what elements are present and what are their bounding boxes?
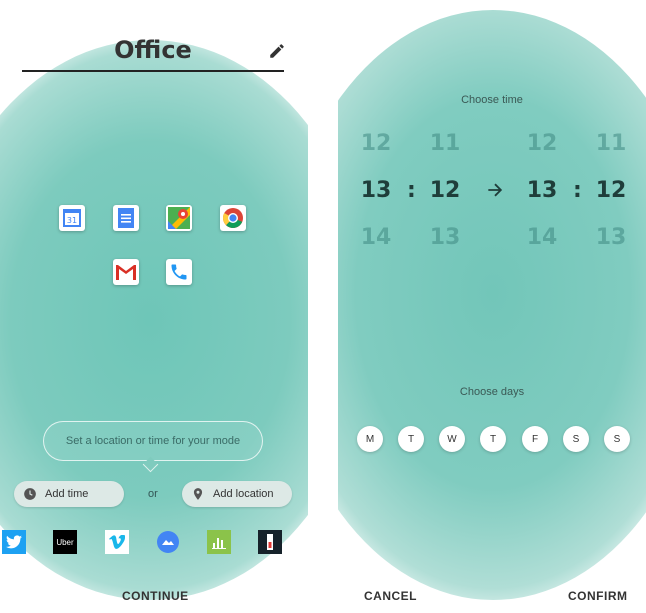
start-minute-prev[interactable]: 11 <box>425 131 465 156</box>
start-hour[interactable]: 13 <box>356 178 396 203</box>
end-minute-next[interactable]: 13 <box>591 225 631 250</box>
end-hour-prev[interactable]: 12 <box>522 131 562 156</box>
arrow-right-icon <box>488 183 503 197</box>
docs-app-icon[interactable] <box>113 205 139 231</box>
day-monday[interactable]: M <box>357 426 383 452</box>
uber-app-icon[interactable]: Uber <box>53 530 77 554</box>
mode-title[interactable]: Office <box>22 36 284 64</box>
choose-time-label: Choose time <box>461 94 523 106</box>
vimeo-app-icon[interactable] <box>105 530 129 554</box>
calendar-app-icon[interactable]: 31 <box>59 205 85 231</box>
twitter-app-icon[interactable] <box>2 530 26 554</box>
day-sunday[interactable]: S <box>604 426 630 452</box>
add-time-label: Add time <box>45 488 89 500</box>
start-minute-next[interactable]: 13 <box>425 225 465 250</box>
day-saturday[interactable]: S <box>563 426 589 452</box>
add-time-button[interactable]: Add time <box>14 481 124 507</box>
day-friday[interactable]: F <box>522 426 548 452</box>
start-minute[interactable]: 12 <box>425 178 465 203</box>
prompt-bubble: Set a location or time for your mode <box>43 421 263 461</box>
start-separator: : <box>407 178 416 203</box>
choose-days-label: Choose days <box>459 386 525 398</box>
or-label: or <box>148 488 158 500</box>
continue-button[interactable]: CONTINUE <box>122 589 189 603</box>
start-hour-next[interactable]: 14 <box>356 225 396 250</box>
title-underline <box>22 70 284 72</box>
end-separator: : <box>573 178 582 203</box>
start-hour-prev[interactable]: 12 <box>356 131 396 156</box>
day-thursday[interactable]: T <box>480 426 506 452</box>
chrome-app-icon[interactable] <box>220 205 246 231</box>
uber-label: Uber <box>56 537 74 547</box>
end-hour-next[interactable]: 14 <box>522 225 562 250</box>
time-picker-screen: Choose time 12 13 14 : 11 12 13 12 13 14… <box>338 0 646 613</box>
gmail-app-icon[interactable] <box>113 259 139 285</box>
end-minute-prev[interactable]: 11 <box>591 131 631 156</box>
pencil-icon[interactable] <box>268 42 286 60</box>
confirm-button[interactable]: CONFIRM <box>568 589 628 603</box>
mode-edit-screen: Office 31 Set a location or time for you… <box>0 0 308 613</box>
stats-app-icon[interactable] <box>207 530 231 554</box>
cancel-button[interactable]: CANCEL <box>364 589 417 603</box>
cloud-app-icon[interactable] <box>156 530 180 554</box>
maps-app-icon[interactable] <box>166 205 192 231</box>
calendar-day: 31 <box>67 216 77 225</box>
day-wednesday[interactable]: W <box>439 426 465 452</box>
day-tuesday[interactable]: T <box>398 426 424 452</box>
add-location-button[interactable]: Add location <box>182 481 292 507</box>
location-pin-icon <box>191 487 205 501</box>
thermometer-app-icon[interactable] <box>258 530 282 554</box>
end-hour[interactable]: 13 <box>522 178 562 203</box>
add-location-label: Add location <box>213 488 274 500</box>
teal-background <box>0 40 308 600</box>
clock-icon <box>23 487 37 501</box>
end-minute[interactable]: 12 <box>591 178 631 203</box>
phone-app-icon[interactable] <box>166 259 192 285</box>
